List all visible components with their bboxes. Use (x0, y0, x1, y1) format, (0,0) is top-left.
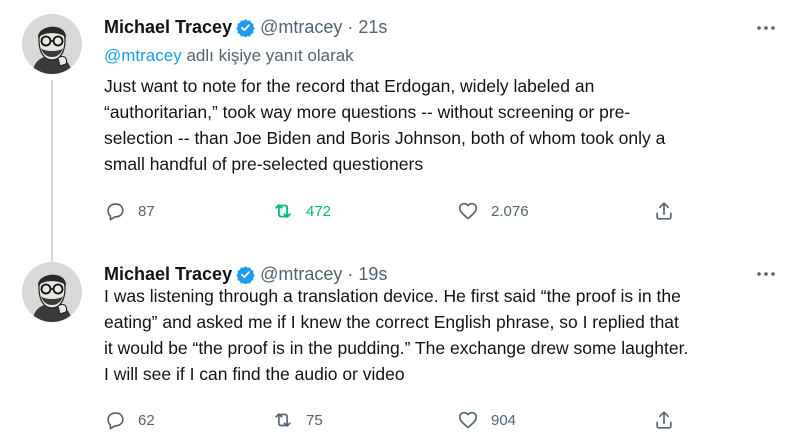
reply-icon (107, 412, 124, 430)
author-handle[interactable]: @mtracey (260, 17, 342, 38)
reply-mention-link[interactable]: @mtracey (104, 46, 182, 65)
tweet-text: Just want to note for the record that Er… (104, 73, 774, 177)
like-icon (458, 202, 478, 220)
share-button[interactable] (653, 405, 675, 435)
tweet[interactable]: Michael Tracey @mtracey · 21s @mtracey a… (0, 0, 800, 264)
retweet-count: 75 (306, 411, 323, 429)
like-button[interactable]: 904 (457, 405, 516, 435)
share-button[interactable] (653, 196, 675, 226)
tweet-text-line: it would be “the proof is in the pudding… (104, 338, 689, 358)
tweet-header: Michael Tracey @mtracey · 21s (104, 12, 387, 42)
tweet-text-line: Just want to note for the record that Er… (104, 76, 595, 96)
avatar-illustration (22, 262, 82, 322)
tweet[interactable]: Michael Tracey @mtracey · 19s I was list… (0, 250, 800, 445)
separator-dot: · (347, 16, 354, 37)
replying-to: @mtracey adlı kişiye yanıt olarak (104, 46, 354, 66)
thread-connector-line (51, 80, 53, 264)
timestamp[interactable]: 19s (358, 264, 387, 285)
like-button[interactable]: 2.076 (457, 196, 529, 226)
tweet-text-line: I will see if I can find the audio or vi… (104, 364, 405, 384)
author-handle[interactable]: @mtracey (260, 264, 342, 285)
tweet-text-line: I was listening through a translation de… (104, 286, 681, 306)
tweet-actions: 62 75 904 (104, 405, 704, 435)
separator-dot: · (347, 263, 354, 284)
retweet-button[interactable]: 472 (272, 196, 331, 226)
retweet-icon (275, 413, 291, 427)
tweet-text-line: eating” and asked me if I knew the corre… (104, 312, 679, 332)
avatar-illustration (22, 14, 82, 74)
author-name[interactable]: Michael Tracey (104, 17, 232, 38)
verified-badge-icon (236, 18, 255, 38)
retweet-icon (275, 204, 291, 218)
tweet-text-line: small handful of pre-selected questioner… (104, 154, 424, 174)
like-count: 904 (491, 411, 517, 429)
share-icon (656, 411, 672, 429)
retweet-button[interactable]: 75 (272, 405, 323, 435)
reply-icon (107, 203, 124, 221)
timestamp[interactable]: 21s (358, 17, 387, 38)
like-icon (458, 411, 478, 429)
avatar[interactable] (22, 14, 82, 74)
reply-button[interactable]: 87 (104, 196, 155, 226)
tweet-text: I was listening through a translation de… (104, 283, 774, 387)
tweet-actions: 87 472 2.076 (104, 196, 704, 226)
author-name[interactable]: Michael Tracey (104, 264, 232, 285)
retweet-count: 472 (306, 202, 332, 220)
avatar[interactable] (22, 262, 82, 322)
tweet-text-line: “authoritarian,” took way more questions… (104, 102, 631, 122)
like-count: 2.076 (491, 202, 529, 220)
verified-badge-icon (236, 265, 255, 285)
reply-count: 87 (138, 202, 155, 220)
more-icon[interactable] (752, 14, 780, 42)
tweet-text-line: selection -- than Joe Biden and Boris Jo… (104, 128, 666, 148)
share-icon (656, 202, 672, 220)
reply-button[interactable]: 62 (104, 405, 155, 435)
reply-to-label: adlı kişiye yanıt olarak (181, 46, 354, 65)
reply-count: 62 (138, 411, 155, 429)
